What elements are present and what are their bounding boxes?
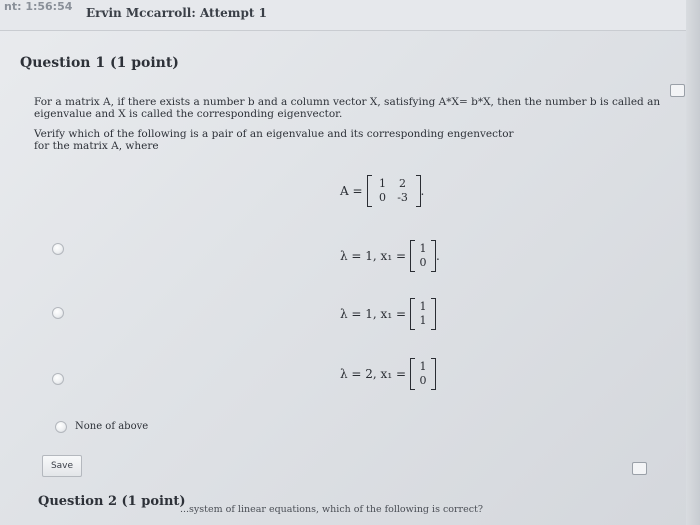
matrix-a: A = 1 2 0 -3 . <box>340 175 424 207</box>
question-1-prompt: Verify which of the following is a pair … <box>34 128 514 152</box>
question-2-text: ...system of linear equations, which of … <box>180 504 483 515</box>
flag-icon[interactable] <box>632 462 647 475</box>
question-2-title: Question 2 (1 point) <box>38 494 186 509</box>
option-none-label: None of above <box>75 421 149 432</box>
vector-cell: 0 <box>419 256 427 269</box>
question-1-definition: For a matrix A, if there exists a number… <box>34 96 661 120</box>
vector-cell: 1 <box>419 360 427 373</box>
option-label: λ = 1, x₁ = <box>340 249 406 263</box>
attempt-title: Ervin Mccarroll: Attempt 1 <box>86 6 267 20</box>
vector-grid: 1 1 <box>417 300 429 328</box>
right-bracket <box>431 358 436 390</box>
matrix-suffix: . <box>420 184 425 198</box>
vector-cell: 1 <box>419 242 427 255</box>
save-button[interactable]: Save <box>42 455 82 477</box>
matrix-label: A = <box>340 184 363 198</box>
option-b: λ = 1, x₁ = 1 1 <box>340 298 436 330</box>
timer: nt: 1:56:54 <box>4 0 73 13</box>
option-c-radio[interactable] <box>52 373 64 385</box>
question-1-title: Question 1 (1 point) <box>20 55 179 71</box>
option-c: λ = 2, x₁ = 1 0 <box>340 358 436 390</box>
page-edge <box>686 0 700 525</box>
top-bar: nt: 1:56:54 Ervin Mccarroll: Attempt 1 <box>0 0 700 31</box>
vector-grid: 1 0 <box>417 242 429 270</box>
vector-cell: 1 <box>419 300 427 313</box>
option-a-radio[interactable] <box>52 243 64 255</box>
vector-body: 1 0 <box>410 240 436 272</box>
option-label: λ = 1, x₁ = <box>340 307 406 321</box>
matrix-body: 1 2 0 -3 <box>366 175 421 207</box>
left-bracket <box>410 298 415 330</box>
vector-grid: 1 0 <box>417 360 429 388</box>
vector-cell: 0 <box>419 374 427 387</box>
vector-cell: 1 <box>419 314 427 327</box>
option-b-radio[interactable] <box>52 307 64 319</box>
left-bracket <box>410 240 415 272</box>
matrix-cell: -3 <box>397 191 408 204</box>
option-a: λ = 1, x₁ = 1 0 . <box>340 240 440 272</box>
left-bracket <box>366 175 372 207</box>
left-bracket <box>410 358 415 390</box>
vector-body: 1 0 <box>410 358 436 390</box>
matrix-cell: 0 <box>379 191 387 204</box>
matrix-grid: 1 2 0 -3 <box>374 177 414 205</box>
right-bracket <box>431 298 436 330</box>
option-suffix: . <box>436 249 440 263</box>
matrix-cell: 1 <box>379 177 387 190</box>
option-label: λ = 2, x₁ = <box>340 367 406 381</box>
option-none-radio[interactable] <box>55 421 67 433</box>
vector-body: 1 1 <box>410 298 436 330</box>
matrix-cell: 2 <box>399 177 407 190</box>
